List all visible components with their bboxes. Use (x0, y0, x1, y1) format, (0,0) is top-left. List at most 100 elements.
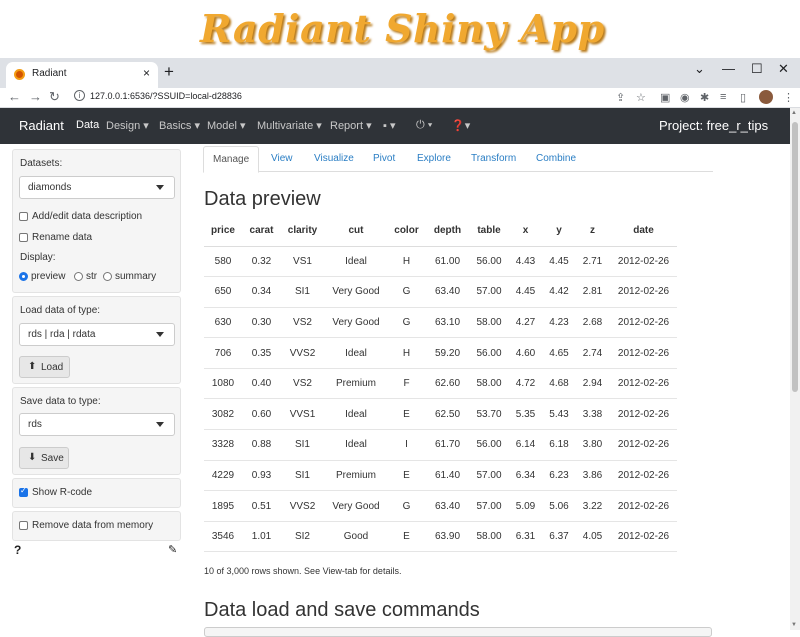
commands-title: Data load and save commands (204, 599, 480, 621)
column-header[interactable]: z (575, 215, 610, 247)
share-icon[interactable]: ⇪ (616, 91, 625, 104)
table-cell: 0.34 (242, 276, 281, 308)
edit-report-icon[interactable]: ✎ (168, 543, 177, 556)
column-header[interactable]: table (470, 215, 508, 247)
column-header[interactable]: carat (242, 215, 281, 247)
chevron-down-icon (156, 422, 164, 427)
load-type-select[interactable]: rds | rda | rdata (19, 323, 175, 346)
rcode-box[interactable] (204, 627, 712, 637)
tab-pivot[interactable]: Pivot (373, 153, 395, 164)
table-cell: 4.45 (543, 246, 575, 278)
column-header[interactable]: color (388, 215, 425, 247)
tab-transform[interactable]: Transform (471, 153, 516, 164)
table-cell: 4229 (204, 460, 242, 492)
dataset-select-value: diamonds (28, 182, 72, 193)
table-cell: 0.93 (242, 460, 281, 492)
table-cell: 2.71 (575, 246, 610, 278)
remove-data-panel: Remove data from memory (12, 511, 181, 541)
chevron-down-icon (156, 332, 164, 337)
table-cell: 0.60 (242, 398, 281, 431)
minimize-icon[interactable]: — (722, 61, 735, 76)
table-cell: 1.01 (242, 521, 281, 553)
url-field[interactable]: 127.0.0.1:6536/?SSUID=local-d28836 (90, 91, 242, 101)
table-cell: 0.32 (242, 246, 281, 278)
column-header[interactable]: clarity (281, 215, 324, 247)
table-cell: 3082 (204, 398, 242, 431)
color-extension-icon[interactable]: ◉ (680, 91, 690, 104)
profile-avatar[interactable] (759, 90, 773, 104)
reading-list-icon[interactable]: ≡ (720, 91, 726, 103)
table-cell: 56.00 (470, 337, 508, 369)
tab-explore[interactable]: Explore (417, 153, 451, 164)
dataset-select[interactable]: diamonds (19, 176, 175, 199)
menu-kebab-icon[interactable]: ⋮ (783, 91, 794, 104)
table-cell: 4.65 (543, 337, 575, 369)
nav-report[interactable]: Report ▾ (330, 119, 372, 132)
display-summary-radio[interactable] (103, 272, 112, 281)
display-str-label: str (86, 271, 98, 282)
tab-visualize[interactable]: Visualize (314, 153, 354, 164)
table-cell: SI1 (281, 276, 324, 308)
nav-data[interactable]: Data (76, 119, 99, 131)
extension-icon[interactable]: ▣ (660, 91, 670, 104)
show-rcode-checkbox[interactable] (19, 486, 28, 497)
back-icon[interactable]: ← (8, 89, 21, 104)
table-cell: 2012-02-26 (610, 460, 677, 492)
tab-search-icon[interactable]: ⌄ (694, 61, 705, 77)
help-menu-icon[interactable]: ❓▾ (451, 119, 470, 132)
table-cell: 2012-02-26 (610, 398, 677, 431)
column-header[interactable]: y (543, 215, 575, 247)
tab-view[interactable]: View (271, 153, 293, 164)
scrollbar-thumb[interactable] (792, 122, 798, 392)
side-panel-icon[interactable]: ▯ (740, 91, 746, 104)
nav-design-label: Design (106, 120, 141, 132)
site-info-icon[interactable]: i (74, 90, 85, 101)
table-cell: Ideal (324, 337, 388, 369)
save-type-select[interactable]: rds (19, 413, 175, 436)
column-header[interactable]: price (204, 215, 242, 247)
chevron-down-icon (156, 185, 164, 190)
nav-multivariate[interactable]: Multivariate ▾ (257, 119, 322, 132)
new-tab-icon[interactable]: + (164, 62, 174, 82)
reload-icon[interactable]: ↻ (49, 89, 60, 105)
vertical-scrollbar[interactable]: ▲ ▼ (790, 108, 800, 630)
display-str-radio[interactable] (74, 272, 83, 281)
display-preview-radio[interactable] (19, 272, 28, 281)
help-icon[interactable]: ? (14, 543, 21, 557)
table-cell: 4.68 (543, 368, 575, 400)
table-cell: 63.90 (425, 521, 470, 553)
nav-basics[interactable]: Basics ▾ (159, 119, 200, 132)
table-cell: F (388, 368, 425, 400)
close-window-icon[interactable]: ✕ (778, 61, 789, 77)
table-cell: E (388, 460, 425, 492)
column-header[interactable]: cut (324, 215, 388, 247)
column-header[interactable]: date (610, 215, 677, 247)
browser-tab[interactable]: Radiant × (6, 62, 158, 88)
nav-design[interactable]: Design ▾ (106, 119, 149, 132)
tab-combine[interactable]: Combine (536, 153, 576, 164)
nav-model[interactable]: Model ▾ (207, 119, 246, 132)
save-button[interactable]: ⬇ Save (19, 447, 69, 469)
table-cell: 63.10 (425, 307, 470, 339)
bookmark-star-icon[interactable]: ☆ (636, 91, 646, 104)
app-brand[interactable]: Radiant (19, 118, 64, 133)
scroll-down-icon[interactable]: ▼ (791, 622, 797, 628)
scroll-up-icon[interactable]: ▲ (791, 110, 797, 116)
tab-manage[interactable]: Manage (203, 146, 260, 173)
save-state-icon[interactable]: ▪ ▾ (383, 119, 395, 132)
forward-icon[interactable]: → (29, 89, 42, 104)
puzzle-icon[interactable]: ✱ (700, 91, 709, 104)
upload-icon: ⬆ (28, 361, 37, 372)
remove-data-checkbox[interactable] (19, 521, 28, 530)
table-cell: 580 (204, 246, 242, 278)
load-button[interactable]: ⬆ Load (19, 356, 70, 378)
rename-data-checkbox[interactable] (19, 233, 28, 242)
close-tab-icon[interactable]: × (143, 66, 150, 80)
column-header[interactable]: depth (425, 215, 470, 247)
maximize-icon[interactable]: ☐ (751, 61, 763, 77)
table-cell: VS2 (281, 368, 324, 400)
column-header[interactable]: x (508, 215, 543, 247)
table-cell: 0.30 (242, 307, 281, 339)
add-edit-description-checkbox[interactable] (19, 212, 28, 221)
power-icon[interactable]: ⏻ ▾ (416, 119, 432, 132)
